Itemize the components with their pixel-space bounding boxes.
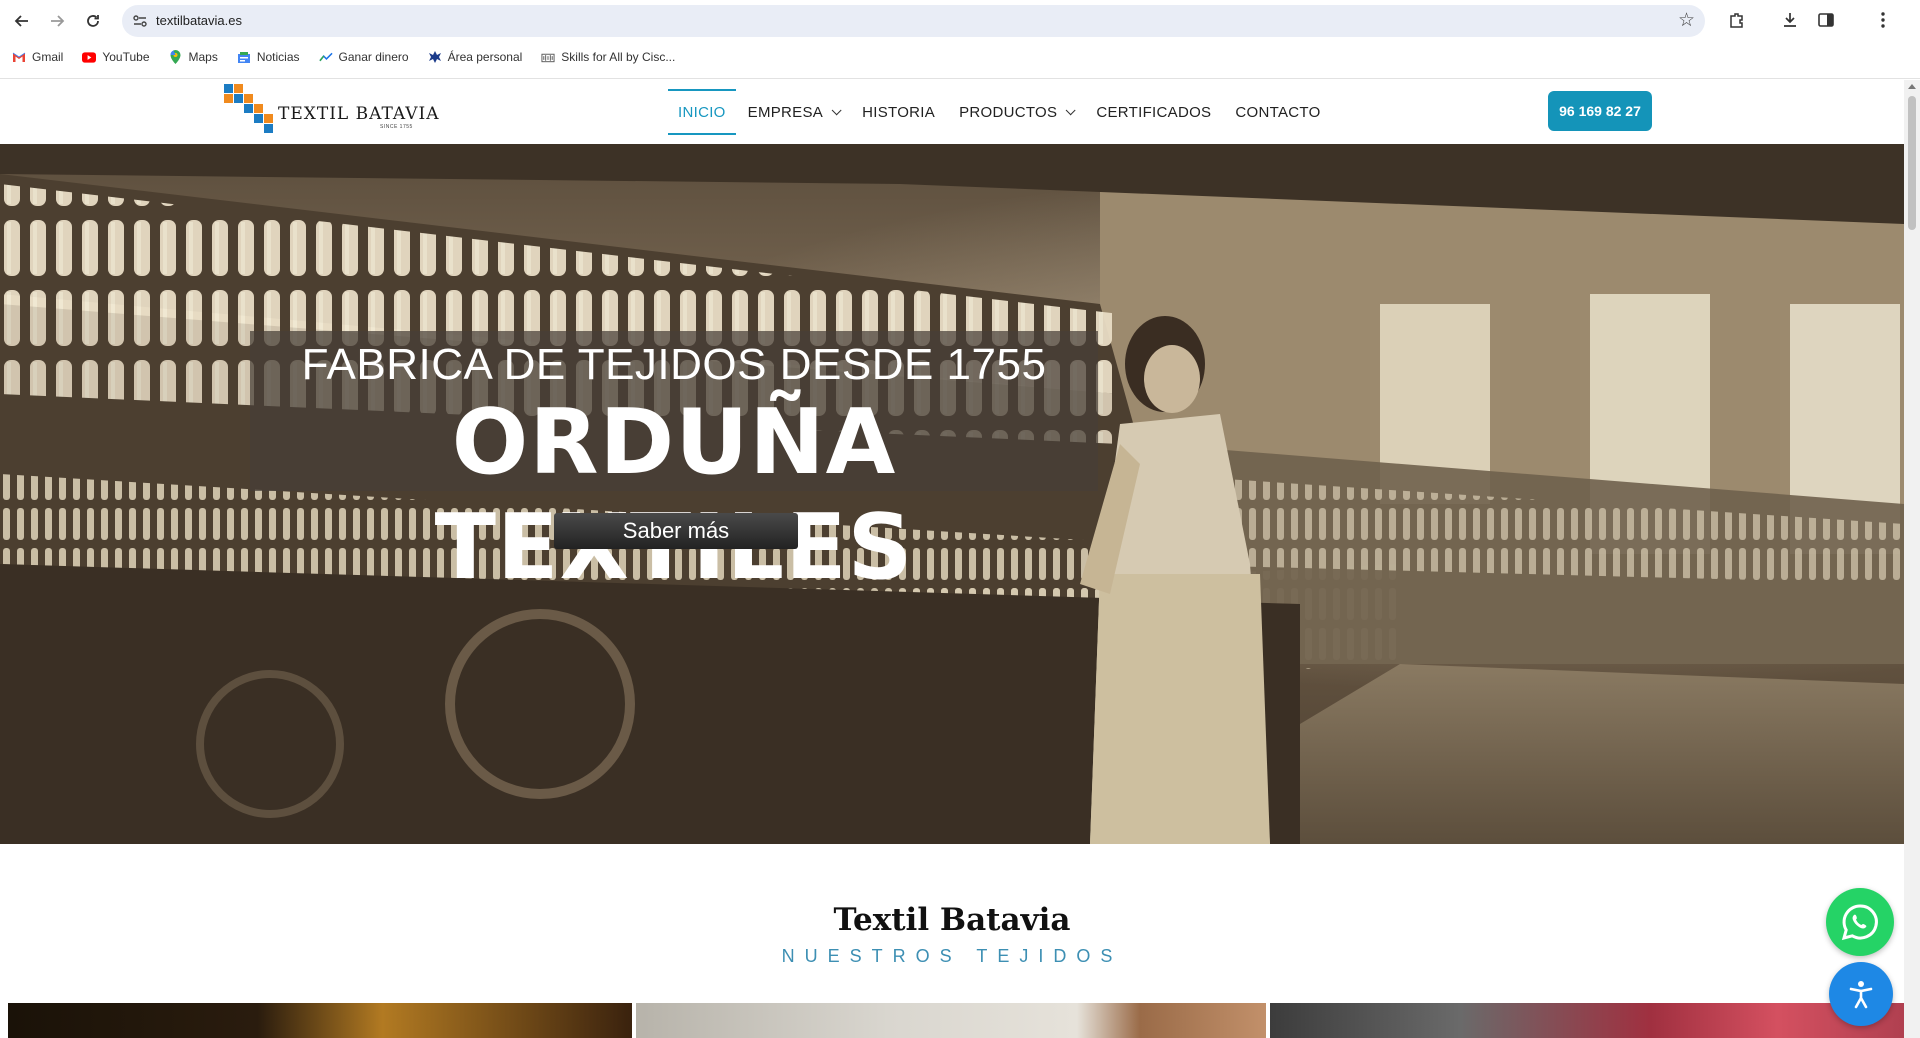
- product-tile-3[interactable]: [1270, 1003, 1904, 1038]
- scroll-thumb[interactable]: [1908, 96, 1916, 230]
- whatsapp-icon: [1841, 904, 1878, 941]
- phone-button[interactable]: 96 169 82 27: [1548, 91, 1652, 131]
- menu-certificados[interactable]: CERTIFICADOS: [1084, 89, 1223, 135]
- bookmark-gmail[interactable]: Gmail: [12, 46, 63, 68]
- logo-mark: [224, 84, 273, 133]
- menu-empresa-label: EMPRESA: [747, 103, 824, 121]
- side-panel-icon[interactable]: [1815, 9, 1837, 31]
- bookmark-maps[interactable]: Maps: [169, 46, 218, 68]
- scroll-up-arrow-icon[interactable]: [1908, 84, 1916, 89]
- url-text[interactable]: textilbatavia.es: [156, 13, 242, 28]
- maps-icon: [169, 50, 183, 64]
- bookmark-label: Área personal: [447, 50, 523, 64]
- back-icon[interactable]: [10, 9, 34, 33]
- address-bar[interactable]: textilbatavia.es ☆: [122, 5, 1705, 37]
- product-tile-1[interactable]: [8, 1003, 632, 1038]
- bookmark-star-icon[interactable]: ☆: [1678, 9, 1695, 32]
- section-subtitle: NUESTROS TEJIDOS: [781, 946, 1123, 966]
- accessibility-button[interactable]: [1829, 962, 1893, 1026]
- bookmark-skills-for-all[interactable]: Skills for All by Cisc...: [541, 46, 675, 68]
- whatsapp-button[interactable]: [1826, 888, 1894, 956]
- product-tile-2[interactable]: [636, 1003, 1266, 1038]
- bookmark-youtube[interactable]: YouTube: [82, 46, 150, 68]
- money-icon: [318, 50, 333, 64]
- extensions-icon[interactable]: [1726, 9, 1748, 31]
- bookmark-label: Gmail: [32, 50, 64, 64]
- menu-inicio[interactable]: INICIO: [668, 89, 736, 135]
- bookmark-label: Ganar dinero: [338, 50, 409, 64]
- main-menu: INICIO EMPRESA HISTORIA PRODUCTOS CERTIF…: [668, 88, 1333, 136]
- chevron-down-icon: [1066, 104, 1076, 115]
- menu-kebab-icon[interactable]: [1872, 9, 1894, 31]
- bookmark-ganar-dinero[interactable]: Ganar dinero: [318, 46, 409, 68]
- download-icon[interactable]: [1779, 9, 1801, 31]
- menu-contacto[interactable]: CONTACTO: [1223, 89, 1332, 135]
- chevron-down-icon: [831, 104, 842, 115]
- personal-area-icon: [428, 50, 442, 64]
- section-title: Textil Batavia: [833, 902, 1071, 938]
- menu-empresa[interactable]: EMPRESA: [736, 89, 850, 135]
- site-header: TEXTIL BATAVIA SINCE 1755 INICIO EMPRESA…: [0, 80, 1904, 144]
- bookmark-area-personal[interactable]: Área personal: [428, 46, 523, 68]
- bookmark-noticias[interactable]: Noticias: [237, 46, 300, 68]
- bookmark-label: Skills for All by Cisc...: [561, 50, 676, 64]
- site-settings-icon[interactable]: [132, 13, 148, 29]
- forward-icon[interactable]: [45, 9, 69, 33]
- reload-icon[interactable]: [81, 9, 105, 33]
- bookmark-label: Maps: [188, 50, 218, 64]
- cisco-icon: [541, 50, 555, 64]
- gmail-icon: [12, 50, 26, 64]
- logo[interactable]: TEXTIL BATAVIA SINCE 1755: [222, 82, 444, 136]
- bookmarks-bar: Gmail YouTube Maps Noticias Ganar dinero: [0, 46, 1920, 68]
- hero-title: ORDUÑA TEXTILES: [435, 390, 913, 600]
- menu-historia[interactable]: HISTORIA: [850, 89, 947, 135]
- hero-subtitle: FABRICA DE TEJIDOS DESDE 1755: [301, 340, 1047, 389]
- logo-text: TEXTIL BATAVIA: [278, 104, 440, 124]
- bookmark-label: Noticias: [256, 50, 300, 64]
- saber-mas-button[interactable]: Saber más: [554, 513, 798, 549]
- accessibility-icon: [1849, 981, 1873, 1009]
- youtube-icon: [82, 50, 97, 64]
- menu-productos-label: PRODUCTOS: [959, 103, 1058, 121]
- browser-chrome: textilbatavia.es ☆ Gmail YouTube Maps No…: [0, 0, 1920, 79]
- news-icon: [237, 50, 251, 64]
- logo-since: SINCE 1755: [380, 124, 413, 130]
- page-scrollbar[interactable]: [1904, 80, 1920, 1038]
- bookmark-label: YouTube: [102, 50, 150, 64]
- menu-productos[interactable]: PRODUCTOS: [947, 89, 1084, 135]
- hero-banner: FABRICA DE TEJIDOS DESDE 1755 ORDUÑA TEX…: [0, 144, 1904, 844]
